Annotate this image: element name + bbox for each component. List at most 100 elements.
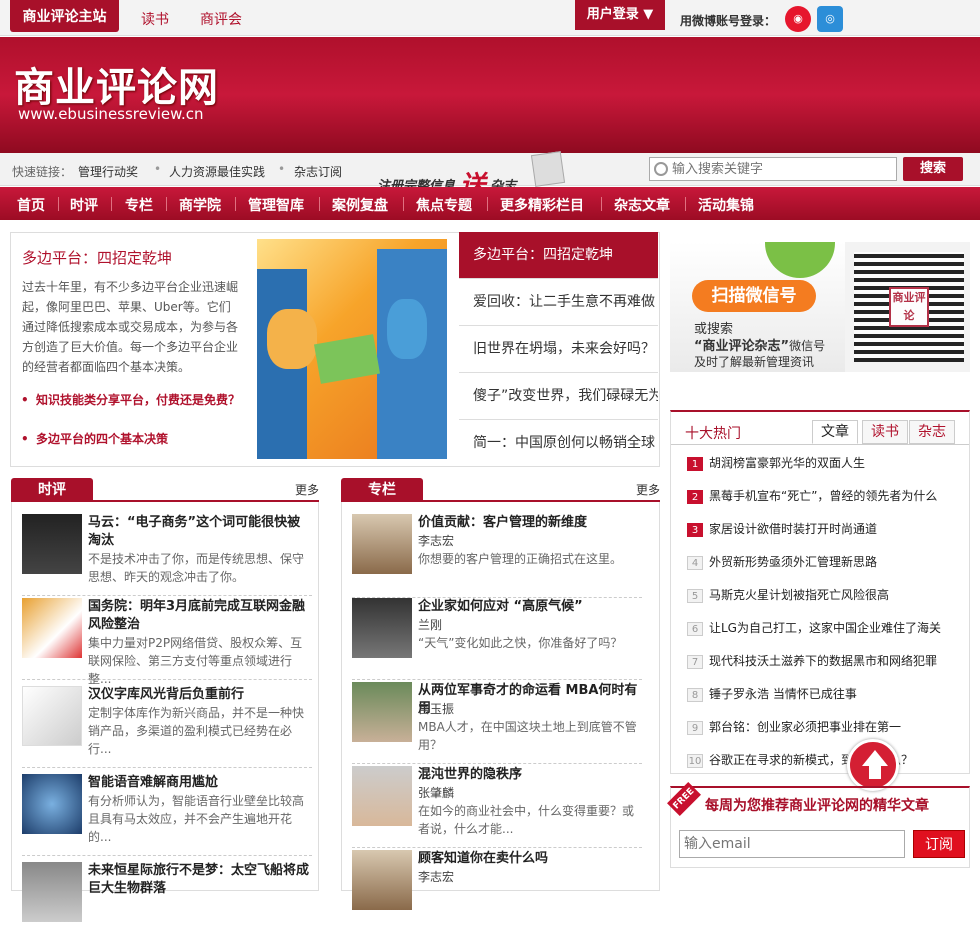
article-thumbnail[interactable] <box>22 514 82 574</box>
article-title[interactable]: 混沌世界的隐秩序 <box>418 766 642 784</box>
list-item[interactable]: 混沌世界的隐秩序 张肇麟 在如今的商业社会中，什么变得重要？或者说，什么才能..… <box>352 766 642 848</box>
article-title[interactable]: 国务院：明年3月底前完成互联网金融风险整治 <box>88 598 312 634</box>
column-tab[interactable]: 专栏 <box>341 478 423 502</box>
search-input[interactable] <box>650 158 896 180</box>
email-field[interactable] <box>679 830 905 858</box>
list-item[interactable]: 价值贡献：客户管理的新维度 李志宏 你想要的客户管理的正确招式在这里。 <box>352 514 642 598</box>
top-ten-panel: 十大热门 文章 读书 杂志 1 胡润榜富豪郭光华的双面人生 2 黑莓手机宣布“死亡”… <box>670 410 970 774</box>
quick-links-label: 快速链接： <box>12 165 73 179</box>
hot-item[interactable]: 3 家居设计欲借时装打开时尚通道 <box>687 520 962 540</box>
hot-item[interactable]: 6 让LG为自己打工，这家中国企业难住了海关 <box>687 619 962 639</box>
feature-link-text: 知识技能类分享平台，付费还是免费？ <box>36 393 241 407</box>
feature-link[interactable]: 知识技能类分享平台，付费还是免费？ <box>21 391 247 410</box>
nav-item-events[interactable]: 活动集锦 <box>698 195 754 215</box>
author-photo[interactable] <box>352 766 412 826</box>
hot-tab-articles[interactable]: 文章 <box>812 420 858 444</box>
article-title[interactable]: 价值贡献：客户管理的新维度 <box>418 514 642 532</box>
nav-item-more-columns[interactable]: 更多精彩栏目 <box>500 195 584 215</box>
hot-item[interactable]: 10 谷歌正在寻求的新模式，到底是什么？ <box>687 751 962 771</box>
hot-item[interactable]: 5 马斯克火星计划被指死亡风险很高 <box>687 586 962 606</box>
author-photo[interactable] <box>352 598 412 658</box>
author-name[interactable]: 兰刚 <box>418 616 442 633</box>
list-item[interactable]: 汉仪字库风光背后负重前行 定制字体库作为新兴商品，并不是一种快销产品，多渠道的盈… <box>22 686 312 768</box>
club-link[interactable]: 商评会 <box>200 9 242 29</box>
feature-tab[interactable]: 傻子”改变世界，我们碌碌无为 <box>459 373 658 420</box>
nav-item-commentary[interactable]: 时评 <box>70 195 98 215</box>
feature-tab-label: 爱回收：让二手生意不再难做 <box>473 294 655 310</box>
search-icon <box>654 162 668 176</box>
hot-item[interactable]: 1 胡润榜富豪郭光华的双面人生 <box>687 454 962 474</box>
subscribe-button[interactable]: 订阅 <box>913 830 965 858</box>
article-title[interactable]: 未来恒星际旅行不是梦：太空飞船将成巨大生物群落 <box>88 862 312 898</box>
author-name[interactable]: 张肇麟 <box>418 784 454 801</box>
feature-tab[interactable]: 多边平台：四招定乾坤 <box>459 232 658 279</box>
list-item[interactable]: 企业家如何应对 “高原气候” 兰刚 “天气”变化如此之快，你准备好了吗？ <box>352 598 642 680</box>
rank-badge: 10 <box>687 754 703 768</box>
feature-tab[interactable]: 爱回收：让二手生意不再难做 <box>459 279 658 326</box>
column-more-link[interactable]: 更多 <box>636 481 660 498</box>
hot-item[interactable]: 8 锤子罗永浩 当情怀已成往事 <box>687 685 962 705</box>
books-link[interactable]: 读书 <box>141 9 169 29</box>
feature-title[interactable]: 多边平台：四招定乾坤 <box>22 247 172 268</box>
author-photo[interactable] <box>352 514 412 574</box>
rank-badge: 9 <box>687 721 703 735</box>
back-to-top-icon[interactable] <box>847 739 899 791</box>
hot-tab-books[interactable]: 读书 <box>862 420 908 444</box>
hot-item[interactable]: 9 郭台铭：创业家必须把事业排在第一 <box>687 718 962 738</box>
separator-dot: • <box>154 162 162 176</box>
author-name[interactable]: 李志宏 <box>418 532 454 549</box>
article-title[interactable]: 顾客知道你在卖什么吗 <box>418 850 642 868</box>
article-title[interactable]: 企业家如何应对 “高原气候” <box>418 598 642 616</box>
commentary-tab[interactable]: 时评 <box>11 478 93 502</box>
list-item[interactable]: 智能语音难解商用尴尬 有分析师认为，智能语音行业壁垒比较高且具有马太效应，并不会… <box>22 774 312 856</box>
list-item[interactable]: 马云：“电子商务”这个词可能很快被淘汰 不是技术冲击了你，而是传统思想、保守思想… <box>22 514 312 596</box>
list-item[interactable]: 国务院：明年3月底前完成互联网金融风险整治 集中力量对P2P网络借贷、股权众筹、… <box>22 598 312 686</box>
nav-item-business-school[interactable]: 商学院 <box>179 195 221 215</box>
author-name[interactable]: 李志宏 <box>418 868 454 885</box>
article-title[interactable]: 汉仪字库风光背后负重前行 <box>88 686 312 704</box>
nav-item-think-tank[interactable]: 管理智库 <box>248 195 304 215</box>
rank-badge: 2 <box>687 490 703 504</box>
nav-separator <box>487 197 488 211</box>
sina-weibo-icon[interactable]: ◉ <box>785 6 811 32</box>
article-thumbnail[interactable] <box>22 774 82 834</box>
feature-tab-label: 多边平台：四招定乾坤 <box>473 247 613 263</box>
commentary-more-link[interactable]: 更多 <box>295 481 319 498</box>
list-item[interactable]: 未来恒星际旅行不是梦：太空飞船将成巨大生物群落 <box>22 862 312 944</box>
hot-item[interactable]: 7 现代科技沃土滋养下的数据黑市和网络犯罪 <box>687 652 962 672</box>
feature-tab[interactable]: 简一：中国原创何以畅销全球 <box>459 420 658 467</box>
nav-item-home[interactable]: 首页 <box>17 195 45 215</box>
feature-link[interactable]: 多边平台的四个基本决策 <box>21 430 247 449</box>
list-item[interactable]: 从两位军事奇才的命运看 MBA何时有用 宫玉振 MBA人才，在中国这块土地上到底… <box>352 682 642 764</box>
article-thumbnail[interactable] <box>22 686 82 746</box>
nav-item-case-review[interactable]: 案例复盘 <box>332 195 388 215</box>
commentary-column: 马云：“电子商务”这个词可能很快被淘汰 不是技术冲击了你，而是传统思想、保守思想… <box>11 502 319 922</box>
article-thumbnail[interactable] <box>22 862 82 922</box>
nav-separator <box>58 197 59 211</box>
hot-tab-magazine[interactable]: 杂志 <box>909 420 955 444</box>
nav-item-magazine[interactable]: 杂志文章 <box>614 195 670 215</box>
feature-tab[interactable]: 旧世界在坍塌，未来会好吗？ <box>459 326 658 373</box>
hot-item[interactable]: 4 外贸新形势亟须外汇管理新思路 <box>687 553 962 573</box>
author-photo[interactable] <box>352 850 412 910</box>
nav-separator <box>235 197 236 211</box>
rank-badge: 1 <box>687 457 703 471</box>
user-login-button[interactable]: 用户登录 ▼ <box>575 0 665 30</box>
feature-image[interactable] <box>257 239 447 459</box>
author-photo[interactable] <box>352 682 412 742</box>
site-main-link[interactable]: 商业评论主站 <box>10 0 119 32</box>
author-name[interactable]: 宫玉振 <box>418 700 454 717</box>
hot-item[interactable]: 2 黑莓手机宣布“死亡”，曾经的领先者为什么 <box>687 487 962 507</box>
article-title[interactable]: 智能语音难解商用尴尬 <box>88 774 312 792</box>
article-title[interactable]: 马云：“电子商务”这个词可能很快被淘汰 <box>88 514 312 550</box>
quick-link-subscribe[interactable]: 杂志订阅 <box>294 163 342 180</box>
article-summary: 在如今的商业社会中，什么变得重要？或者说，什么才能... <box>418 804 635 836</box>
article-thumbnail[interactable] <box>22 598 82 658</box>
nav-item-focus[interactable]: 焦点专题 <box>416 195 472 215</box>
quick-link-award[interactable]: 管理行动奖 <box>78 163 138 180</box>
search-button[interactable]: 搜索 <box>903 157 963 181</box>
list-item[interactable]: 顾客知道你在卖什么吗 李志宏 <box>352 850 642 932</box>
quick-link-hr[interactable]: 人力资源最佳实践 <box>169 163 265 180</box>
nav-item-column[interactable]: 专栏 <box>125 195 153 215</box>
tencent-weibo-icon[interactable]: ◎ <box>817 6 843 32</box>
